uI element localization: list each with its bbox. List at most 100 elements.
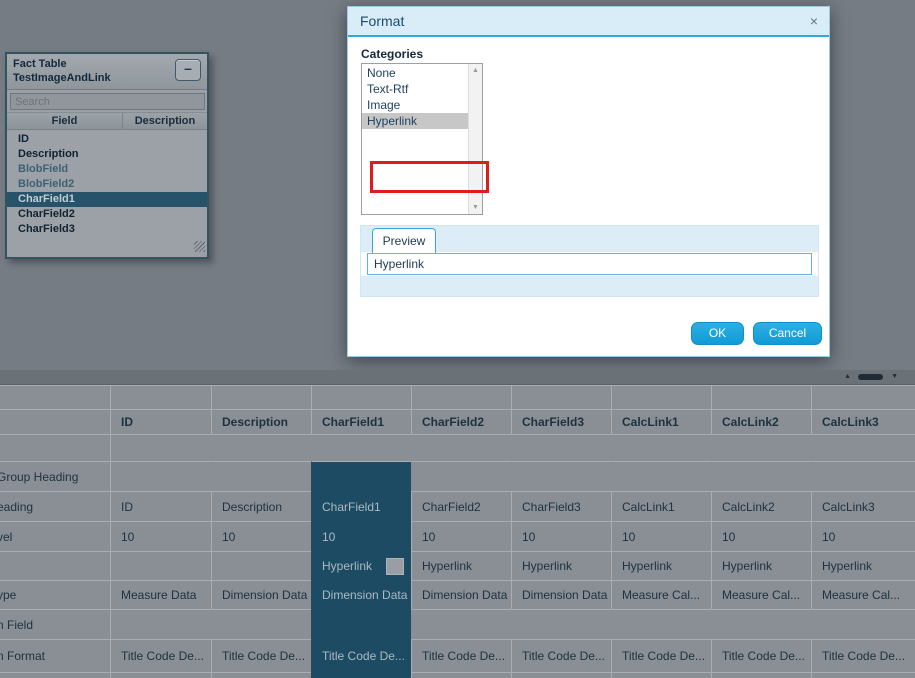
field-search-input[interactable] — [10, 93, 205, 110]
category-option-image[interactable]: Image — [362, 97, 468, 113]
grid-row: n FormatTitle Code De...Title Code De...… — [0, 639, 915, 672]
grid-cell: CalcLink2 — [711, 491, 811, 521]
grid-row: HyperlinkHyperlinkHyperlinkHyperlinkHype… — [0, 551, 915, 580]
grid-column-header[interactable]: CalcLink2 — [711, 409, 811, 434]
category-option-text-rtf[interactable]: Text-Rtf — [362, 81, 468, 97]
categories-label: Categories — [361, 47, 423, 61]
grid-cell — [811, 609, 915, 639]
collapse-down-icon[interactable]: ▼ — [891, 373, 898, 380]
grid-cell — [211, 434, 311, 461]
grid-row-label — [0, 385, 111, 409]
grid-cell — [311, 461, 411, 491]
collapse-panel-button[interactable]: – — [175, 59, 201, 81]
designer-grid: IDDescriptionCharField1CharField2CharFie… — [0, 385, 915, 678]
grid-cell — [211, 672, 311, 678]
preview-value-field: Hyperlink — [367, 253, 812, 275]
category-option-hyperlink[interactable]: Hyperlink — [362, 113, 468, 129]
format-browse-button[interactable] — [386, 558, 404, 575]
grid-cell: Hyperlink — [411, 551, 511, 580]
grid-cell — [811, 385, 915, 409]
field-item-description[interactable]: Description — [7, 147, 207, 162]
grid-cell — [311, 609, 411, 639]
grid-cell: Title Code De... — [611, 639, 711, 672]
grid-row-label: ype — [0, 580, 111, 609]
grid-row-label: n Format — [0, 639, 111, 672]
grid-row: IDDescriptionCharField1CharField2CharFie… — [0, 409, 915, 434]
dialog-titlebar: Format × — [348, 7, 829, 37]
grid-row-label — [0, 672, 111, 678]
grid-cell: Dimension Data — [211, 580, 311, 609]
close-icon[interactable]: × — [810, 7, 818, 35]
grid-cell — [411, 672, 511, 678]
fact-table-panel-header: Fact Table TestImageAndLink – — [7, 54, 207, 90]
grid-row-label — [0, 551, 111, 580]
grid-column-header[interactable]: CharField2 — [411, 409, 511, 434]
grid-row — [0, 385, 915, 409]
grid-column-header[interactable]: Description — [211, 409, 311, 434]
grid-column-header[interactable]: ID — [111, 409, 211, 434]
cancel-button[interactable]: Cancel — [753, 322, 822, 345]
grid-toolbar: ▲ ▼ — [0, 370, 915, 385]
grid-column-header[interactable]: CharField1 — [311, 409, 411, 434]
description-column-header[interactable]: Description — [123, 113, 207, 129]
preview-group: Preview Hyperlink — [360, 225, 819, 297]
grid-cell — [511, 385, 611, 409]
grid-cell — [211, 461, 311, 491]
field-item-charfield1[interactable]: CharField1 — [7, 192, 207, 207]
grid-cell — [511, 672, 611, 678]
grid-row-label — [0, 409, 111, 434]
grid-cell — [211, 609, 311, 639]
category-option-none[interactable]: None — [362, 65, 468, 81]
grid-cell: Measure Cal... — [811, 580, 915, 609]
grid-cell — [611, 385, 711, 409]
field-item-blobfield2[interactable]: BlobField2 — [7, 177, 207, 192]
grid-cell: CharField3 — [511, 491, 611, 521]
resize-grip-icon[interactable] — [194, 241, 205, 252]
grid-cell — [611, 461, 711, 491]
grid-cell: Hyperlink — [311, 551, 411, 580]
scroll-up-icon[interactable]: ▲ — [469, 67, 482, 74]
scroll-down-icon[interactable]: ▼ — [469, 204, 482, 211]
grid-cell: 10 — [111, 521, 211, 551]
grid-cell: 10 — [811, 521, 915, 551]
field-item-id[interactable]: ID — [7, 132, 207, 147]
grid-cell: Description — [211, 491, 311, 521]
grid-cell: Title Code De... — [511, 639, 611, 672]
grid-cell: Hyperlink — [811, 551, 915, 580]
grid-row-label: eading — [0, 491, 111, 521]
splitter-handle[interactable] — [858, 374, 883, 380]
grid-cell: Title Code De... — [811, 639, 915, 672]
grid-column-header[interactable]: CalcLink3 — [811, 409, 915, 434]
grid-cell — [111, 551, 211, 580]
grid-cell — [411, 385, 511, 409]
field-column-header[interactable]: Field — [7, 113, 123, 129]
grid-cell — [811, 461, 915, 491]
collapse-up-icon[interactable]: ▲ — [844, 373, 851, 380]
grid-cell — [111, 461, 211, 491]
grid-cell: 10 — [211, 521, 311, 551]
grid-cell: Title Code De... — [411, 639, 511, 672]
grid-cell — [611, 672, 711, 678]
grid-row — [0, 672, 915, 678]
grid-cell — [811, 434, 915, 461]
field-item-charfield3[interactable]: CharField3 — [7, 222, 207, 237]
field-item-charfield2[interactable]: CharField2 — [7, 207, 207, 222]
grid-cell — [711, 385, 811, 409]
grid-column-header[interactable]: CharField3 — [511, 409, 611, 434]
grid-cell — [711, 672, 811, 678]
grid-cell — [711, 609, 811, 639]
grid-column-header[interactable]: CalcLink1 — [611, 409, 711, 434]
ok-button[interactable]: OK — [691, 322, 744, 345]
grid-cell: Title Code De... — [711, 639, 811, 672]
grid-cell: Dimension Data — [511, 580, 611, 609]
grid-row — [0, 434, 915, 461]
grid-cell: CharField2 — [411, 491, 511, 521]
grid-cell: 10 — [511, 521, 611, 551]
format-dialog: Format × Categories NoneText-RtfImageHyp… — [347, 6, 830, 357]
grid-cell — [211, 551, 311, 580]
grid-row-label — [0, 434, 111, 461]
grid-cell: ID — [111, 491, 211, 521]
field-item-blobfield[interactable]: BlobField — [7, 162, 207, 177]
grid-cell: 10 — [411, 521, 511, 551]
tab-preview[interactable]: Preview — [372, 228, 436, 253]
